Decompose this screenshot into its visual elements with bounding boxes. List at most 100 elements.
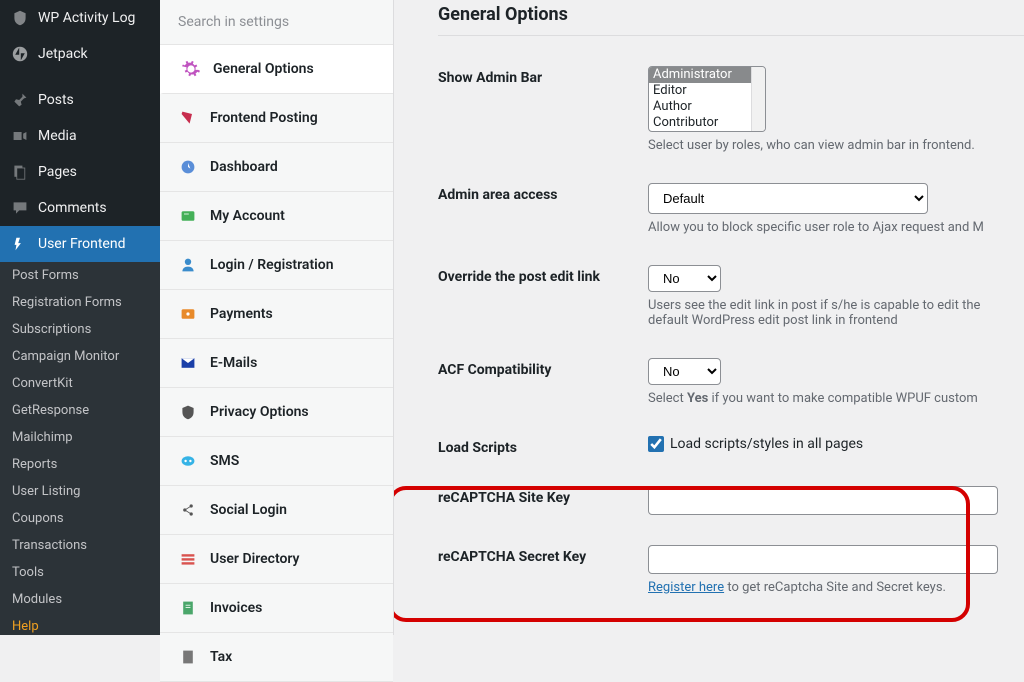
settings-tab-payments[interactable]: Payments (160, 290, 393, 339)
label-admin-access: Admin area access (438, 183, 648, 203)
role-option[interactable]: Contributor (649, 115, 751, 131)
submenu-user-listing[interactable]: User Listing (0, 478, 160, 505)
label-recaptcha-secret: reCAPTCHA Secret Key (438, 545, 648, 565)
tab-label: Invoices (210, 600, 262, 616)
tab-icon (178, 647, 198, 667)
settings-content: General Options Show Admin Bar Administr… (394, 0, 1024, 635)
submenu-subscriptions[interactable]: Subscriptions (0, 316, 160, 343)
menu-media[interactable]: Media (0, 118, 160, 154)
label-load-scripts: Load Scripts (438, 436, 648, 456)
submenu-mailchimp[interactable]: Mailchimp (0, 424, 160, 451)
settings-tab-user-directory[interactable]: User Directory (160, 535, 393, 584)
pages-icon (10, 162, 30, 182)
menu-label: Comments (38, 200, 107, 216)
menu-posts[interactable]: Posts (0, 82, 160, 118)
label-admin-bar: Show Admin Bar (438, 66, 648, 86)
role-option[interactable]: Editor (649, 83, 751, 99)
tab-label: SMS (210, 453, 239, 469)
pin-icon (10, 90, 30, 110)
menu-user-frontend[interactable]: User Frontend (0, 226, 160, 262)
submenu-getresponse[interactable]: GetResponse (0, 397, 160, 424)
label-acf: ACF Compatibility (438, 358, 648, 378)
tab-icon (181, 59, 201, 79)
comments-icon (10, 198, 30, 218)
tab-icon (178, 157, 198, 177)
settings-tab-privacy-options[interactable]: Privacy Options (160, 388, 393, 437)
acf-select[interactable]: No (648, 358, 721, 385)
label-override-edit: Override the post edit link (438, 265, 648, 285)
tab-icon (178, 108, 198, 128)
page-title: General Options (438, 0, 1024, 25)
menu-label: WP Activity Log (38, 10, 135, 26)
settings-tab-general-options[interactable]: General Options (160, 45, 393, 94)
admin-bar-roles-select[interactable]: Administrator Editor Author Contributor (648, 66, 766, 132)
help-text: Select Yes if you want to make compatibl… (648, 391, 1024, 406)
role-option[interactable]: Administrator (649, 67, 751, 83)
settings-tab-invoices[interactable]: Invoices (160, 584, 393, 633)
register-here-link[interactable]: Register here (648, 580, 724, 595)
settings-tab-sms[interactable]: SMS (160, 437, 393, 486)
submenu-tools[interactable]: Tools (0, 559, 160, 586)
recaptcha-site-key-input[interactable] (648, 486, 998, 515)
user-frontend-icon (10, 234, 30, 254)
tab-icon (178, 206, 198, 226)
submenu-transactions[interactable]: Transactions (0, 532, 160, 559)
menu-jetpack[interactable]: Jetpack (0, 36, 160, 72)
help-text: Users see the edit link in post if s/he … (648, 298, 1008, 328)
settings-tab-login-registration[interactable]: Login / Registration (160, 241, 393, 290)
menu-comments[interactable]: Comments (0, 190, 160, 226)
load-scripts-checkbox[interactable] (648, 436, 664, 452)
tab-label: General Options (213, 61, 314, 77)
menu-label: User Frontend (38, 236, 125, 252)
jetpack-icon (10, 44, 30, 64)
submenu-registration-forms[interactable]: Registration Forms (0, 289, 160, 316)
recaptcha-secret-key-input[interactable] (648, 545, 998, 574)
submenu-convertkit[interactable]: ConvertKit (0, 370, 160, 397)
scrollbar[interactable] (751, 67, 765, 131)
tab-icon (178, 255, 198, 275)
settings-tab-frontend-posting[interactable]: Frontend Posting (160, 94, 393, 143)
role-option[interactable]: Author (649, 99, 751, 115)
tab-label: My Account (210, 208, 285, 224)
checkbox-label: Load scripts/styles in all pages (670, 436, 863, 452)
submenu-reports[interactable]: Reports (0, 451, 160, 478)
settings-tabs-sidebar: Search in settings General Options Fronte… (160, 0, 394, 635)
admin-access-select[interactable]: Default (648, 183, 928, 214)
wp-admin-sidebar: WP Activity Log Jetpack Posts Media Page… (0, 0, 160, 635)
tab-label: Payments (210, 306, 273, 322)
settings-tab-dashboard[interactable]: Dashboard (160, 143, 393, 192)
help-text: Select user by roles, who can view admin… (648, 138, 1024, 153)
tab-icon (178, 598, 198, 618)
tab-label: E-Mails (210, 355, 257, 371)
menu-label: Media (38, 128, 77, 144)
tab-icon (178, 549, 198, 569)
tab-label: User Directory (210, 551, 300, 567)
tab-icon (178, 304, 198, 324)
shield-icon (10, 8, 30, 28)
menu-label: Pages (38, 164, 77, 180)
settings-tab-e-mails[interactable]: E-Mails (160, 339, 393, 388)
submenu-coupons[interactable]: Coupons (0, 505, 160, 532)
help-text: Register here to get reCaptcha Site and … (648, 580, 1024, 595)
tab-label: Frontend Posting (210, 110, 318, 126)
search-settings-input[interactable]: Search in settings (160, 0, 393, 45)
override-edit-select[interactable]: No (648, 265, 721, 292)
settings-tab-my-account[interactable]: My Account (160, 192, 393, 241)
menu-wp-activity-log[interactable]: WP Activity Log (0, 0, 160, 36)
tab-label: Dashboard (210, 159, 278, 175)
media-icon (10, 126, 30, 146)
submenu-help[interactable]: Help (0, 613, 160, 635)
label-recaptcha-site: reCAPTCHA Site Key (438, 486, 648, 506)
tab-icon (178, 353, 198, 373)
menu-label: Posts (38, 92, 74, 108)
tab-label: Privacy Options (210, 404, 309, 420)
tab-label: Login / Registration (210, 257, 334, 273)
submenu-post-forms[interactable]: Post Forms (0, 262, 160, 289)
settings-tab-social-login[interactable]: Social Login (160, 486, 393, 535)
submenu-modules[interactable]: Modules (0, 586, 160, 613)
menu-label: Jetpack (38, 46, 88, 62)
tab-label: Tax (210, 649, 232, 665)
submenu-campaign-monitor[interactable]: Campaign Monitor (0, 343, 160, 370)
menu-pages[interactable]: Pages (0, 154, 160, 190)
settings-tab-tax[interactable]: Tax (160, 633, 393, 682)
